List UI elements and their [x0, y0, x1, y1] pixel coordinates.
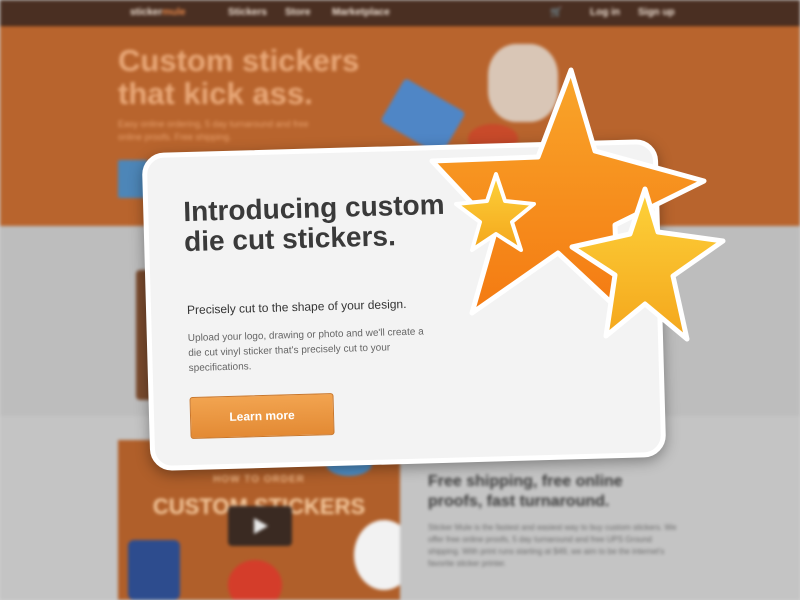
signup-link[interactable]: Sign up [638, 7, 675, 18]
play-button[interactable] [228, 506, 292, 546]
nav-link-marketplace[interactable]: Marketplace [332, 7, 390, 18]
video-caption: HOW TO ORDER [213, 474, 305, 485]
nav-link-stickers[interactable]: Stickers [228, 7, 267, 18]
login-link[interactable]: Log in [590, 7, 620, 18]
modal-description: Upload your logo, drawing or photo and w… [187, 326, 424, 375]
features-text: Sticker Mule is the fastest and easiest … [428, 523, 677, 568]
sticker-bird [228, 560, 282, 600]
stars-decoration [429, 67, 726, 342]
sticker-white [354, 520, 400, 590]
modal-title: Introducing custom die cut stickers. [182, 188, 445, 258]
top-nav: stickermule Stickers Store Marketplace 🛒… [0, 0, 800, 26]
features-heading: Free shipping, free online proofs, fast … [428, 473, 623, 510]
nav-link-store[interactable]: Store [285, 7, 311, 18]
hero-title: Custom stickers that kick ass. [118, 43, 360, 111]
hero-subtitle: Easy online ordering, 5 day turnaround a… [118, 119, 309, 142]
cart-icon[interactable]: 🛒 [550, 7, 562, 18]
learn-more-button[interactable]: Learn more [189, 393, 335, 440]
sticker-blue [128, 540, 180, 600]
site-logo[interactable]: stickermule [130, 7, 186, 18]
